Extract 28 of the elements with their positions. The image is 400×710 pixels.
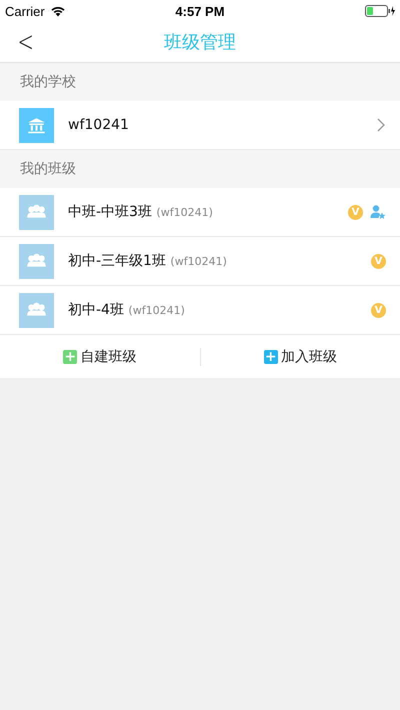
class-row[interactable]: 初中-4班 (wf10241) V [0,286,400,335]
battery-icon [364,5,395,17]
add-class-button[interactable]: + 加入班级 [200,335,400,378]
carrier-name: Carrier [5,4,45,18]
class-row[interactable]: 中班-中班3班 (wf10241) V [0,188,400,237]
vip-badge: V [371,254,386,268]
class-name: 中班-中班3班 (wf10241) [68,203,214,221]
plus-icon: + [63,350,78,364]
school-building-icon [19,108,54,142]
wifi-icon [50,5,66,17]
clock-time: 4:57 PM [175,4,225,18]
section-header: 我的班级 [0,150,400,188]
vip-badge: V [348,204,363,220]
class-name: 初中-三年级1班 (wf10241) [68,252,228,270]
vip-badge: V [371,302,386,318]
chevron-icon [377,118,385,132]
back-button[interactable]: < [8,28,44,56]
section-header: 我的学校 [0,63,400,101]
class-name: 初中-4班 (wf10241) [68,301,186,319]
page-title: 班级管理 [164,31,236,54]
group-icon [19,292,54,328]
add-class-button[interactable]: + 自建班级 [0,335,200,378]
group-icon [19,194,54,230]
plus-icon: + [264,350,278,364]
school-row[interactable]: wf10241 [0,101,400,150]
class-row[interactable]: 初中-三年级1班 (wf10241) V [0,237,400,286]
school-name: wf10241 [68,117,130,133]
group-icon [19,244,54,278]
